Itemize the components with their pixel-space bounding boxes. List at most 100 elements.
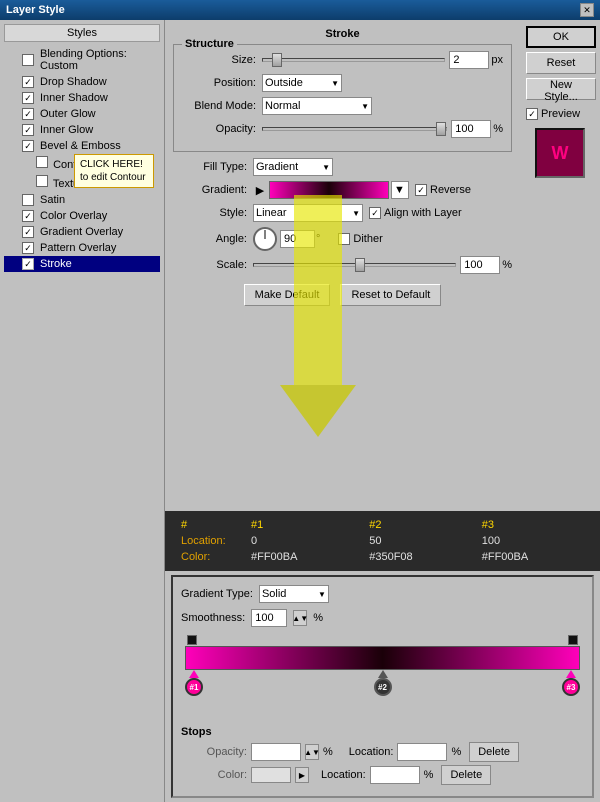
right-panel: Stroke Structure Size: [165,20,600,802]
bevel-checkbox[interactable] [22,140,34,152]
scale-unit: % [502,259,512,271]
sidebar-item-pattern-overlay[interactable]: Pattern Overlay [4,240,160,256]
reset-button[interactable]: Reset [526,52,596,74]
scale-slider-thumb[interactable] [355,258,365,272]
size-slider-thumb[interactable] [272,53,282,67]
sidebar-item-outer-glow[interactable]: Outer Glow [4,106,160,122]
stop-2-circle[interactable]: #2 [374,678,392,696]
opacity-delete-button[interactable]: Delete [469,742,519,762]
sidebar-item-inner-shadow[interactable]: Inner Shadow [4,90,160,106]
align-checkbox[interactable] [369,207,381,219]
smoothness-stepper-icon[interactable]: ▲▼ [293,610,307,626]
inner-glow-checkbox[interactable] [22,124,34,136]
drop-shadow-label: Drop Shadow [40,76,107,88]
preview-checkbox[interactable] [526,108,538,120]
stops-table: # #1 #2 #3 Location: 0 50 100 Color: [173,517,592,565]
color-stepper-icon[interactable]: ▶ [295,767,309,783]
sidebar-item-drop-shadow[interactable]: Drop Shadow [4,74,160,90]
gradient-bar-area: #1 #2 [185,635,580,700]
opacity-location-unit: % [451,746,461,758]
pattern-overlay-checkbox[interactable] [22,242,34,254]
stop-3-circle[interactable]: #3 [562,678,580,696]
stop-1-circle[interactable]: #1 [185,678,203,696]
opacity-stepper-icon[interactable]: ▲▼ [305,744,319,760]
sidebar-item-color-overlay[interactable]: Color Overlay [4,208,160,224]
stop-1-container: #1 [185,670,203,696]
reverse-label: Reverse [430,184,471,196]
color-1: #FF00BA [243,549,361,565]
stop-3-label: #3 [567,683,576,692]
sidebar-item-bevel[interactable]: Bevel & Emboss [4,138,160,154]
sidebar-item-gradient-overlay[interactable]: Gradient Overlay [4,224,160,240]
gradient-dropdown-btn[interactable]: ▼ [391,181,409,199]
new-style-button[interactable]: New Style... [526,78,596,100]
bevel-label: Bevel & Emboss [40,140,121,152]
stop-1-label: #1 [190,683,199,692]
close-button[interactable]: ✕ [580,3,594,17]
reverse-checkbox[interactable] [415,184,427,196]
position-arrow-icon: ▼ [331,79,339,88]
color-overlay-label: Color Overlay [40,210,107,222]
structure-label: Structure [182,38,237,50]
loc-2: 50 [361,533,474,549]
top-stop-left[interactable] [187,635,197,645]
sidebar-item-satin[interactable]: Satin [4,192,160,208]
stroke-checkbox[interactable] [22,258,34,270]
sidebar-item-stroke[interactable]: Stroke [4,256,160,272]
smoothness-input[interactable] [251,609,287,627]
color-location-input[interactable] [370,766,420,784]
pattern-overlay-label: Pattern Overlay [40,242,116,254]
position-dropdown[interactable]: Outside ▼ [262,74,342,92]
opacity-stop-input[interactable] [251,743,301,761]
angle-dial[interactable] [253,227,277,251]
color-3: #FF00BA [474,549,592,565]
col-3: #3 [474,517,592,533]
right-buttons-panel: OK Reset New Style... Preview W [520,20,600,511]
outer-glow-label: Outer Glow [40,108,96,120]
contour-tooltip: CLICK HERE! to edit Contour [74,154,154,188]
gradient-type-dropdown[interactable]: Solid ▼ [259,585,329,603]
preview-thumb: W [535,128,585,178]
inner-shadow-label: Inner Shadow [40,92,108,104]
sidebar-item-inner-glow[interactable]: Inner Glow [4,122,160,138]
size-input[interactable] [449,51,489,69]
blend-mode-arrow-icon: ▼ [361,102,369,111]
inner-shadow-checkbox[interactable] [22,92,34,104]
opacity-input[interactable] [451,120,491,138]
size-slider-container [262,58,449,62]
opacity-location-input[interactable] [397,743,447,761]
color-2: #350F08 [361,549,474,565]
dither-label: Dither [353,233,382,245]
texture-checkbox[interactable] [36,175,48,187]
gradient-dropdown-arrow-icon: ▼ [394,184,405,196]
satin-checkbox[interactable] [22,194,34,206]
gradient-label: Gradient: [173,184,253,196]
blend-mode-value: Normal [265,100,300,112]
blend-mode-dropdown[interactable]: Normal ▼ [262,97,372,115]
contour-checkbox[interactable] [36,156,48,168]
outer-glow-checkbox[interactable] [22,108,34,120]
fill-type-dropdown[interactable]: Gradient ▼ [253,158,333,176]
opacity-stop-unit: % [323,746,333,758]
sidebar-item-contour[interactable]: Contour CLICK HERE! to edit Contour [4,154,160,173]
table-header-row: # #1 #2 #3 [173,517,592,533]
sidebar-item-blending[interactable]: Blending Options: Custom [4,46,160,74]
ok-button[interactable]: OK [526,26,596,48]
color-delete-button[interactable]: Delete [441,765,491,785]
smoothness-unit: % [313,612,323,624]
opacity-slider-thumb[interactable] [436,122,446,136]
gradient-overlay-checkbox[interactable] [22,226,34,238]
fill-type-arrow-icon: ▼ [322,163,330,172]
location-label: Location: [173,533,243,549]
top-stop-right[interactable] [568,635,578,645]
left-panel: Styles Blending Options: Custom Drop Sha… [0,20,165,802]
color-swatch[interactable] [251,767,291,783]
gradient-type-row: Gradient Type: Solid ▼ [181,585,584,603]
blending-checkbox[interactable] [22,54,34,66]
drop-shadow-checkbox[interactable] [22,76,34,88]
scale-input[interactable] [460,256,500,274]
color-overlay-checkbox[interactable] [22,210,34,222]
size-slider-track[interactable] [262,58,445,62]
opacity-slider-track[interactable] [262,127,447,131]
gradient-color-bar[interactable] [185,646,580,670]
